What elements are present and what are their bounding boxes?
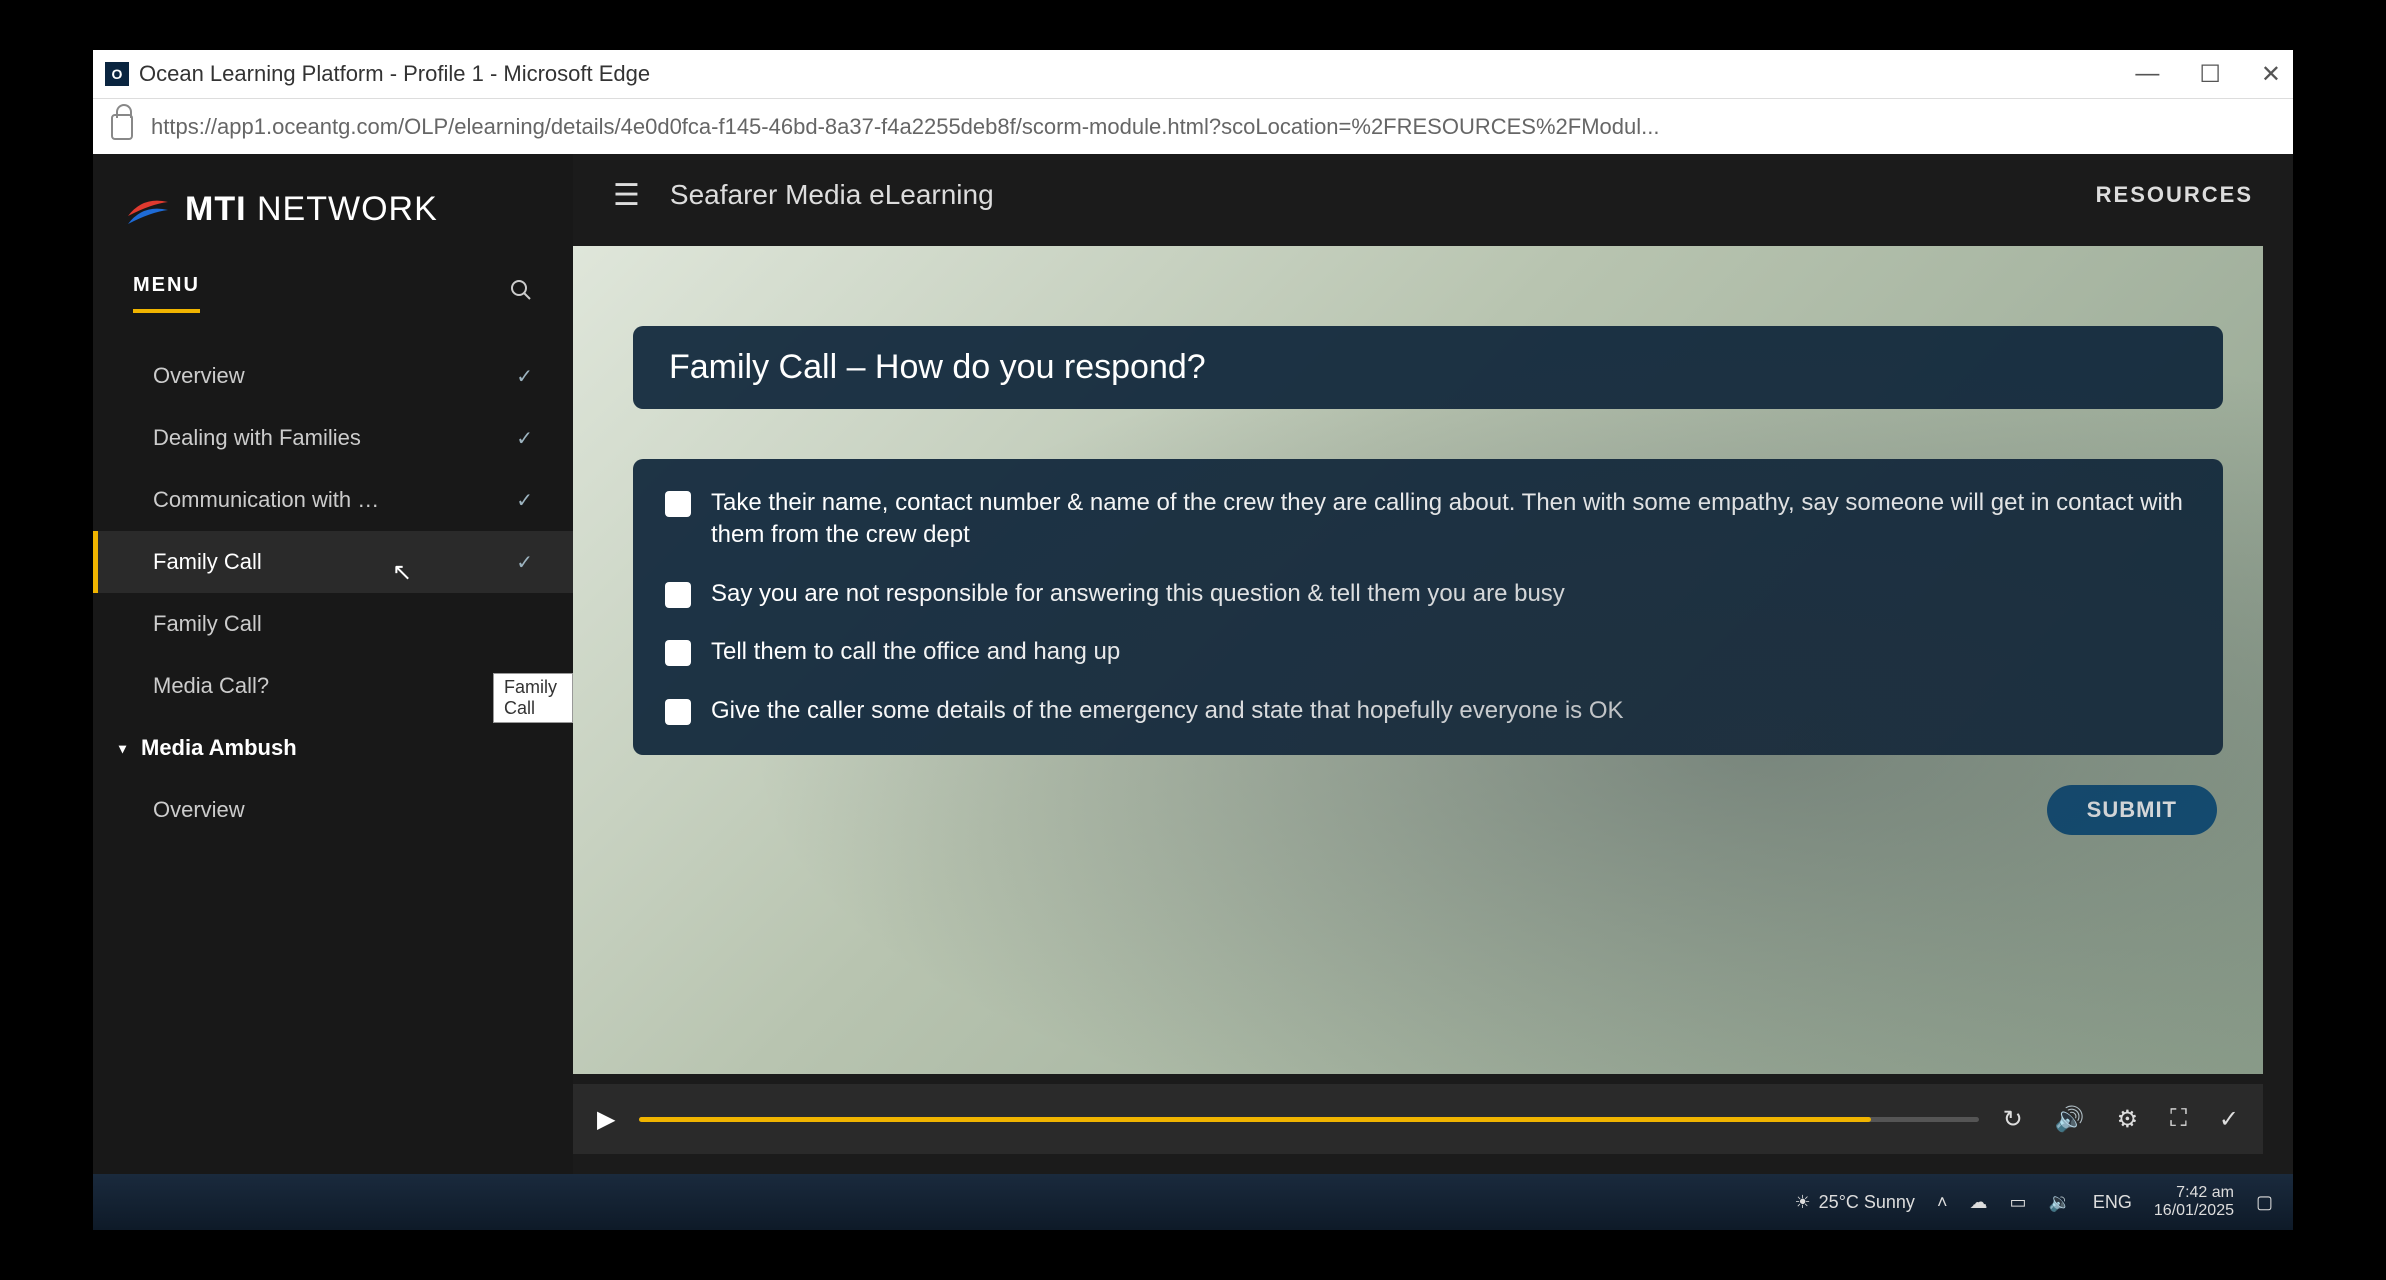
lock-icon: [111, 114, 133, 140]
taskbar: ☀ 25°C Sunny ˄ ☁ ▭ 🔉 ENG 7:42 am 16/01/2…: [93, 1174, 2293, 1230]
replay-icon[interactable]: ↻: [2003, 1105, 2023, 1134]
hamburger-icon[interactable]: ☰: [613, 178, 640, 213]
network-icon[interactable]: ▭: [2009, 1192, 2026, 1213]
date-text: 16/01/2025: [2154, 1202, 2234, 1220]
sun-icon: ☀: [1795, 1192, 1811, 1213]
option-text: Take their name, contact number & name o…: [711, 487, 2191, 552]
volume-icon[interactable]: 🔊: [2055, 1105, 2085, 1134]
address-bar: https://app1.oceantg.com/OLP/elearning/d…: [93, 98, 2293, 154]
window-controls: — ☐ ✕: [2135, 60, 2281, 89]
time-text: 7:42 am: [2154, 1184, 2234, 1202]
maximize-button[interactable]: ☐: [2199, 60, 2221, 89]
taskbar-right: ☀ 25°C Sunny ˄ ☁ ▭ 🔉 ENG 7:42 am 16/01/2…: [1795, 1184, 2273, 1219]
sidebar-item-label: Overview: [153, 363, 245, 389]
sidebar-item-1[interactable]: Dealing with Families ✓: [93, 407, 573, 469]
language-indicator[interactable]: ENG: [2093, 1192, 2132, 1213]
close-button[interactable]: ✕: [2261, 60, 2281, 89]
cloud-icon[interactable]: ☁: [1969, 1192, 1987, 1213]
option-text: Say you are not responsible for answerin…: [711, 578, 1565, 610]
progress-bar[interactable]: [639, 1117, 1978, 1122]
sidebar-item-2[interactable]: Communication with … ✓: [93, 469, 573, 531]
app-window: O Ocean Learning Platform - Profile 1 - …: [93, 50, 2293, 1230]
logo-icon: [123, 184, 173, 234]
option-1[interactable]: Say you are not responsible for answerin…: [665, 578, 2191, 610]
checkbox-icon[interactable]: [665, 491, 691, 517]
weather-text: 25°C Sunny: [1819, 1192, 1915, 1213]
chevron-up-icon[interactable]: ˄: [1937, 1192, 1948, 1213]
check-icon: ✓: [516, 488, 533, 513]
sidebar-item-3[interactable]: Family Call ✓: [93, 531, 573, 593]
play-icon[interactable]: ▶: [597, 1105, 615, 1134]
minimize-button[interactable]: —: [2135, 60, 2159, 89]
sidebar-item-0[interactable]: Overview ✓: [93, 345, 573, 407]
question-card: Family Call – How do you respond? Take t…: [633, 326, 2223, 835]
sidebar-item-7[interactable]: Overview: [93, 779, 573, 841]
window-title: Ocean Learning Platform - Profile 1 - Mi…: [139, 61, 650, 87]
menu-list[interactable]: Family Call Overview✓Dealing with Famili…: [93, 345, 573, 1174]
check-icon: ✓: [516, 364, 533, 389]
sidebar-item-4[interactable]: Family Call: [93, 593, 573, 655]
settings-icon[interactable]: ⚙: [2117, 1105, 2139, 1134]
logo: MTI NETWORK: [93, 184, 573, 274]
sidebar-item-label: Family Call: [153, 611, 262, 637]
sidebar-item-label: Dealing with Families: [153, 425, 361, 451]
url-text[interactable]: https://app1.oceantg.com/OLP/elearning/d…: [151, 114, 1659, 140]
menu-label: MENU: [133, 274, 200, 313]
content-area: ☰ Seafarer Media eLearning RESOURCES Fam…: [573, 154, 2293, 1174]
check-icon: ✓: [516, 550, 533, 575]
course-title: Seafarer Media eLearning: [670, 179, 994, 211]
sidebar-item-5[interactable]: Media Call?: [93, 655, 573, 717]
sidebar-item-label: Family Call: [153, 549, 262, 575]
option-2[interactable]: Tell them to call the office and hang up: [665, 636, 2191, 668]
progress-fill: [639, 1117, 1871, 1122]
check-icon[interactable]: ✓: [2219, 1105, 2239, 1134]
submit-button[interactable]: SUBMIT: [2047, 785, 2217, 835]
titlebar: O Ocean Learning Platform - Profile 1 - …: [93, 50, 2293, 98]
question-title: Family Call – How do you respond?: [633, 326, 2223, 409]
clock[interactable]: 7:42 am 16/01/2025: [2154, 1184, 2234, 1219]
logo-text: MTI NETWORK: [185, 190, 438, 229]
sidebar-item-label: Communication with …: [153, 487, 379, 513]
checkbox-icon[interactable]: [665, 582, 691, 608]
sidebar-item-label: Media Call?: [153, 673, 269, 699]
submit-row: SUBMIT: [633, 785, 2223, 835]
option-3[interactable]: Give the caller some details of the emer…: [665, 695, 2191, 727]
sound-icon[interactable]: 🔉: [2048, 1192, 2070, 1213]
option-text: Give the caller some details of the emer…: [711, 695, 1624, 727]
sidebar-item-6[interactable]: Media Ambush: [93, 717, 573, 779]
notifications-icon[interactable]: ▢: [2256, 1192, 2273, 1213]
content-topbar: ☰ Seafarer Media eLearning RESOURCES: [573, 154, 2293, 236]
search-icon[interactable]: [509, 278, 533, 309]
favicon-icon: O: [105, 62, 129, 86]
sidebar-item-label: Media Ambush: [141, 735, 297, 761]
player-controls: ↻ 🔊 ⚙ ⛶ ✓: [2003, 1105, 2239, 1134]
option-0[interactable]: Take their name, contact number & name o…: [665, 487, 2191, 552]
sidebar-item-label: Overview: [153, 797, 245, 823]
media-player: ▶ ↻ 🔊 ⚙ ⛶ ✓: [573, 1084, 2263, 1154]
menu-header: MENU: [93, 274, 573, 325]
checkbox-icon[interactable]: [665, 640, 691, 666]
resources-link[interactable]: RESOURCES: [2096, 182, 2253, 208]
weather-widget[interactable]: ☀ 25°C Sunny: [1795, 1192, 1915, 1213]
option-text: Tell them to call the office and hang up: [711, 636, 1120, 668]
question-options: Take their name, contact number & name o…: [633, 459, 2223, 755]
app-body: MTI NETWORK MENU Family Call Overview✓De…: [93, 154, 2293, 1174]
sidebar: MTI NETWORK MENU Family Call Overview✓De…: [93, 154, 573, 1174]
checkbox-icon[interactable]: [665, 699, 691, 725]
slide-area: Family Call – How do you respond? Take t…: [573, 246, 2263, 1074]
check-icon: ✓: [516, 426, 533, 451]
fullscreen-icon[interactable]: ⛶: [2170, 1105, 2187, 1133]
